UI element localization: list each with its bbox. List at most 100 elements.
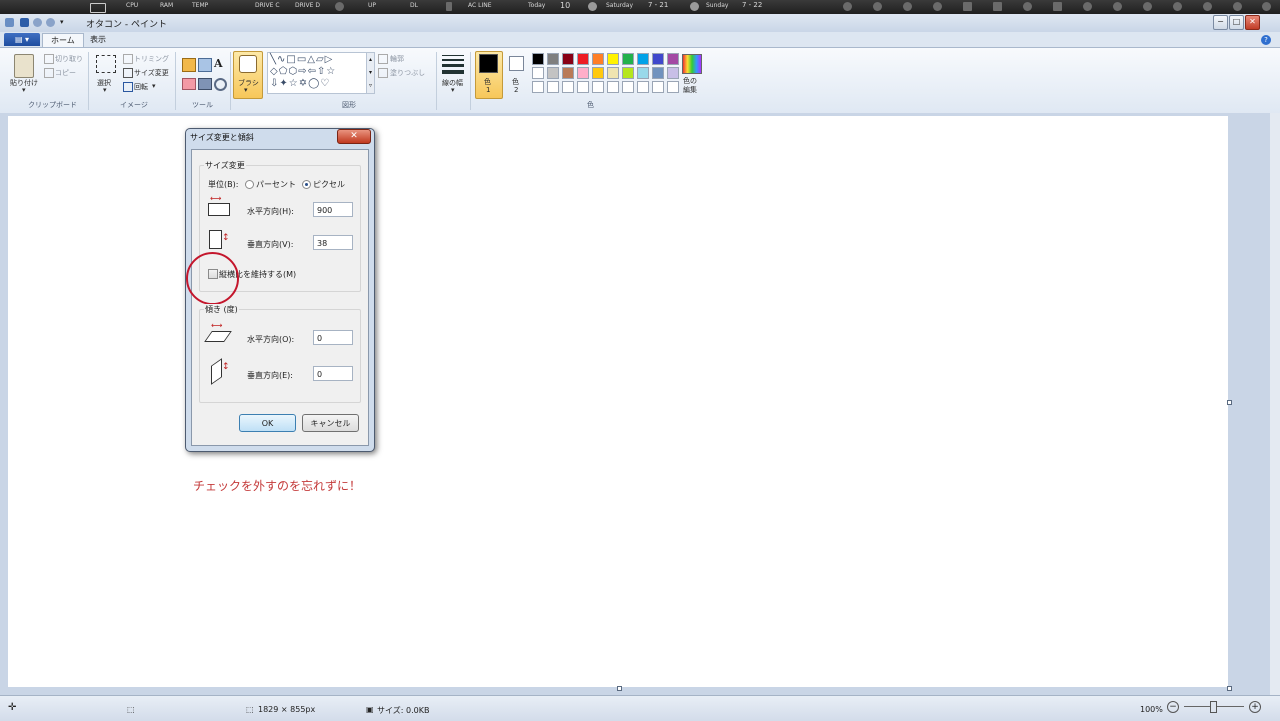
color-picker-icon[interactable] — [198, 78, 212, 90]
fill-bucket-icon[interactable] — [198, 58, 212, 72]
vertical-input[interactable]: 38 — [313, 235, 353, 250]
copy-button[interactable]: コピー — [55, 68, 76, 78]
zoom-in-button[interactable]: + — [1249, 701, 1261, 713]
palette-swatch[interactable] — [562, 53, 574, 65]
undo-icon[interactable] — [33, 18, 42, 27]
edit-colors-button[interactable]: 色の編集 — [683, 77, 701, 95]
palette-swatch[interactable] — [637, 67, 649, 79]
tab-view[interactable]: 表示 — [82, 33, 114, 47]
tray-icon-11[interactable] — [1143, 2, 1152, 11]
palette-swatch[interactable] — [532, 67, 544, 79]
palette-swatch[interactable] — [667, 81, 679, 93]
vertical-scrollbar[interactable] — [1270, 113, 1280, 695]
shapes-row-3[interactable]: ⇩✦☆✡◯♡ — [270, 78, 330, 89]
palette-swatch[interactable] — [592, 81, 604, 93]
text-tool-icon[interactable]: A — [214, 57, 223, 70]
shapes-scroll[interactable]: ▴ ▾ ▿ — [366, 52, 375, 94]
resize-handle-right[interactable] — [1227, 400, 1232, 405]
palette-swatch[interactable] — [592, 67, 604, 79]
pencil-icon[interactable] — [182, 58, 196, 72]
resize-handle-bottom[interactable] — [617, 686, 622, 691]
palette-swatch[interactable] — [622, 67, 634, 79]
cancel-button[interactable]: キャンセル — [302, 414, 359, 432]
power-icon[interactable] — [1233, 2, 1242, 11]
percent-label[interactable]: パーセント — [256, 179, 296, 190]
cut-button[interactable]: 切り取り — [55, 54, 83, 64]
tools-icon[interactable] — [1203, 2, 1212, 11]
palette-swatch[interactable] — [637, 81, 649, 93]
ok-button[interactable]: OK — [239, 414, 296, 432]
percent-radio[interactable] — [245, 180, 254, 189]
close-button[interactable]: ✕ — [1245, 15, 1260, 30]
help-icon[interactable]: ? — [1261, 35, 1271, 45]
gear-icon[interactable] — [933, 2, 942, 11]
zoom-out-button[interactable]: − — [1167, 701, 1179, 713]
minimize-button[interactable]: − — [1213, 15, 1228, 30]
horizontal-input[interactable]: 900 — [313, 202, 353, 217]
palette-swatch[interactable] — [547, 81, 559, 93]
select-icon[interactable] — [96, 55, 116, 73]
chevron-down-icon[interactable]: ▾ — [60, 18, 69, 27]
palette-swatch[interactable] — [622, 81, 634, 93]
clipboard-icon[interactable] — [14, 54, 34, 78]
fill-button[interactable]: 塗りつぶし — [390, 68, 425, 78]
tray-icon-9[interactable] — [1083, 2, 1092, 11]
palette-swatch[interactable] — [607, 53, 619, 65]
palette-swatch[interactable] — [592, 53, 604, 65]
shapes-row-2[interactable]: ◇⬠⬡⇨⇦⇧☆ — [270, 66, 336, 77]
zoom-slider-thumb[interactable] — [1210, 701, 1217, 713]
tray-icon-3[interactable] — [903, 2, 912, 11]
resize-button[interactable]: サイズ変更 — [134, 68, 169, 78]
shapes-gallery[interactable]: ╲∿□▭△▱▷ ◇⬠⬡⇨⇦⇧☆ ⇩✦☆✡◯♡ — [267, 52, 367, 94]
redo-icon[interactable] — [46, 18, 55, 27]
palette-swatch[interactable] — [577, 53, 589, 65]
palette-swatch[interactable] — [577, 81, 589, 93]
palette-swatch[interactable] — [637, 53, 649, 65]
save-icon[interactable] — [20, 18, 29, 27]
palette-swatch[interactable] — [547, 53, 559, 65]
palette-swatch[interactable] — [667, 67, 679, 79]
tray-icon-15[interactable] — [1262, 2, 1271, 11]
rotate-dropdown-icon[interactable]: ▾ — [152, 82, 156, 90]
tray-icon-1[interactable] — [843, 2, 852, 11]
line-width-icon[interactable] — [442, 55, 464, 74]
rotate-button[interactable]: 回転 — [134, 82, 148, 92]
color2-swatch[interactable] — [509, 56, 524, 71]
pixel-radio[interactable] — [302, 180, 311, 189]
palette-swatch[interactable] — [577, 67, 589, 79]
palette-swatch[interactable] — [532, 53, 544, 65]
palette-swatch[interactable] — [652, 67, 664, 79]
palette-swatch[interactable] — [652, 81, 664, 93]
file-menu-button[interactable]: ▤ ▾ — [4, 33, 40, 46]
tray-icon-10[interactable] — [1113, 2, 1122, 11]
tab-home[interactable]: ホーム — [42, 33, 84, 48]
tray-icon-12[interactable] — [1173, 2, 1182, 11]
tray-icon-8[interactable] — [1053, 2, 1062, 11]
folder-icon[interactable] — [963, 2, 972, 11]
pixel-label[interactable]: ピクセル — [313, 179, 345, 190]
select-dropdown-icon[interactable]: ▾ — [103, 86, 107, 94]
palette-swatch[interactable] — [607, 67, 619, 79]
palette-swatch[interactable] — [607, 81, 619, 93]
outline-button[interactable]: 輪郭 — [390, 54, 404, 64]
paste-dropdown-icon[interactable]: ▾ — [22, 86, 26, 94]
tray-icon-7[interactable] — [1023, 2, 1032, 11]
palette-swatch[interactable] — [622, 53, 634, 65]
mail-icon[interactable] — [873, 2, 882, 11]
magnifier-icon[interactable] — [214, 78, 227, 91]
paint-app-icon[interactable] — [5, 18, 14, 27]
maximize-button[interactable]: □ — [1229, 15, 1244, 30]
palette-swatch[interactable] — [562, 81, 574, 93]
edit-colors-icon[interactable] — [682, 54, 702, 74]
palette-swatch[interactable] — [532, 81, 544, 93]
skew-horizontal-input[interactable]: 0 — [313, 330, 353, 345]
brush-dropdown-icon[interactable]: ▾ — [244, 86, 248, 94]
palette-swatch[interactable] — [562, 67, 574, 79]
palette-swatch[interactable] — [547, 67, 559, 79]
shapes-row-1[interactable]: ╲∿□▭△▱▷ — [270, 54, 333, 65]
folder-icon-2[interactable] — [993, 2, 1002, 11]
crop-button[interactable]: トリミング — [134, 54, 169, 64]
palette-swatch[interactable] — [652, 53, 664, 65]
resize-handle-corner[interactable] — [1227, 686, 1232, 691]
skew-vertical-input[interactable]: 0 — [313, 366, 353, 381]
